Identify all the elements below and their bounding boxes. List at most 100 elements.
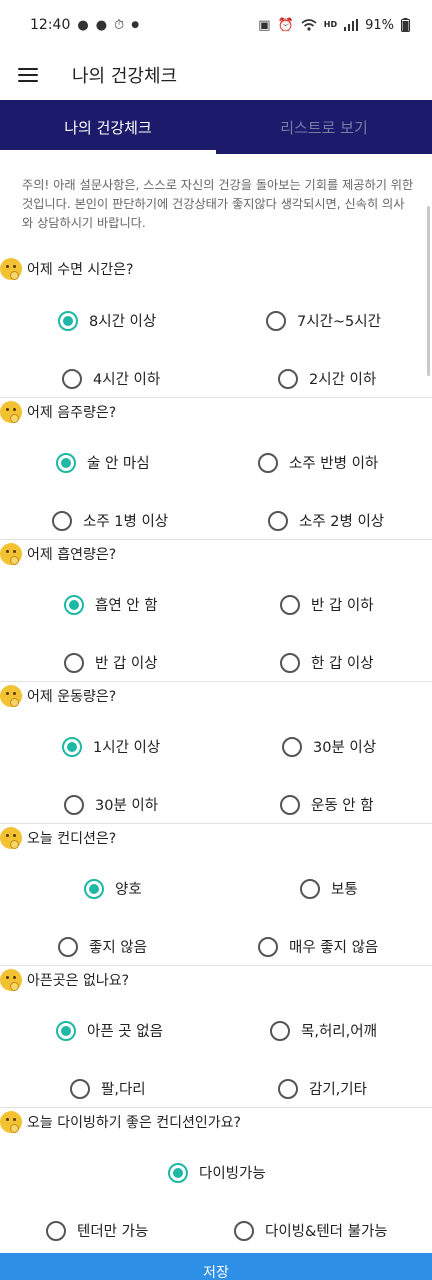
- radio-option[interactable]: 소주 반병 이하: [258, 452, 378, 473]
- tab-health-check[interactable]: 나의 건강체크: [0, 100, 216, 154]
- radio-checked-icon[interactable]: [56, 452, 76, 473]
- radio-unchecked-icon[interactable]: [278, 368, 298, 389]
- signal-icon: [344, 19, 359, 31]
- question-text: 어제 흡연량은?: [27, 547, 117, 563]
- status-bar: 12:40 ● ● ⏱ ● ▣ ⏰ HD 91%: [0, 0, 432, 50]
- question-header: 어제 수면 시간은?: [0, 255, 134, 283]
- question-text: 어제 수면 시간은?: [27, 262, 134, 278]
- radio-option-label: 8시간 이상: [89, 314, 157, 330]
- radio-unchecked-icon[interactable]: [280, 794, 300, 815]
- radio-checked-icon[interactable]: [58, 310, 78, 331]
- radio-option[interactable]: 소주 1병 이상: [52, 510, 168, 531]
- radio-option-label: 다이빙가능: [199, 1166, 266, 1182]
- radio-option-label: 술 안 마심: [87, 456, 150, 472]
- radio-unchecked-icon[interactable]: [268, 510, 288, 531]
- question-text: 오늘 다이빙하기 좋은 컨디션인가요?: [27, 1115, 241, 1131]
- radio-option[interactable]: 텐더만 가능: [46, 1220, 148, 1241]
- alarm-icon: ⏰: [277, 17, 294, 33]
- radio-option[interactable]: 7시간~5시간: [266, 310, 381, 331]
- radio-option[interactable]: 1시간 이상: [62, 736, 160, 757]
- thinking-face-icon: [0, 258, 22, 280]
- radio-option[interactable]: 한 갑 이상: [280, 652, 374, 673]
- radio-option[interactable]: 다이빙&텐더 불가능: [234, 1220, 388, 1241]
- radio-option-label: 텐더만 가능: [77, 1224, 149, 1240]
- radio-unchecked-icon[interactable]: [70, 1078, 90, 1099]
- radio-unchecked-icon[interactable]: [258, 936, 278, 957]
- timer-icon: ⏱: [114, 17, 125, 33]
- radio-option-label: 한 갑 이상: [311, 656, 374, 672]
- radio-unchecked-icon[interactable]: [52, 510, 72, 531]
- radio-option-label: 보통: [331, 882, 358, 898]
- radio-option-label: 감기,기타: [309, 1082, 367, 1098]
- question-header: 아픈곳은 없나요?: [0, 966, 129, 994]
- radio-option[interactable]: 술 안 마심: [56, 452, 150, 473]
- radio-option-label: 1시간 이상: [93, 740, 161, 756]
- wifi-icon: [301, 19, 317, 31]
- radio-option[interactable]: 아픈 곳 없음: [56, 1020, 163, 1041]
- radio-option[interactable]: 팔,다리: [70, 1078, 146, 1099]
- radio-option[interactable]: 소주 2병 이상: [268, 510, 384, 531]
- kakao-talk-icon: ●: [95, 17, 108, 33]
- thinking-face-icon: [0, 969, 22, 991]
- radio-option[interactable]: 다이빙가능: [168, 1162, 266, 1183]
- radio-checked-icon[interactable]: [56, 1020, 76, 1041]
- radio-option-label: 30분 이상: [313, 740, 377, 756]
- radio-checked-icon[interactable]: [64, 594, 84, 615]
- radio-option[interactable]: 좋지 않음: [58, 936, 147, 957]
- lock-icon: ▣: [258, 17, 271, 33]
- radio-option[interactable]: 목,허리,어깨: [270, 1020, 377, 1041]
- radio-option[interactable]: 매우 좋지 않음: [258, 936, 378, 957]
- radio-option[interactable]: 반 갑 이하: [280, 594, 374, 615]
- scrollbar[interactable]: [427, 206, 430, 376]
- radio-unchecked-icon[interactable]: [300, 878, 320, 899]
- radio-option[interactable]: 양호: [84, 878, 142, 899]
- radio-unchecked-icon[interactable]: [46, 1220, 66, 1241]
- save-button[interactable]: 저장: [0, 1253, 432, 1280]
- radio-option-label: 소주 1병 이상: [83, 514, 169, 530]
- radio-unchecked-icon[interactable]: [64, 652, 84, 673]
- page-title: 나의 건강체크: [72, 66, 178, 87]
- radio-option[interactable]: 반 갑 이상: [64, 652, 158, 673]
- radio-checked-icon[interactable]: [168, 1162, 188, 1183]
- question-header: 어제 운동량은?: [0, 682, 116, 710]
- radio-option-label: 운동 안 함: [311, 798, 374, 814]
- radio-option[interactable]: 30분 이상: [282, 736, 376, 757]
- radio-unchecked-icon[interactable]: [280, 594, 300, 615]
- radio-checked-icon[interactable]: [62, 736, 82, 757]
- radio-option[interactable]: 감기,기타: [278, 1078, 367, 1099]
- radio-checked-icon[interactable]: [84, 878, 104, 899]
- radio-option-label: 4시간 이하: [93, 372, 161, 388]
- radio-option[interactable]: 4시간 이하: [62, 368, 160, 389]
- radio-option-label: 반 갑 이하: [311, 598, 374, 614]
- tab-list-view[interactable]: 리스트로 보기: [216, 100, 432, 154]
- radio-option-label: 30분 이하: [95, 798, 159, 814]
- radio-option[interactable]: 운동 안 함: [280, 794, 374, 815]
- radio-option[interactable]: 8시간 이상: [58, 310, 156, 331]
- radio-option-label: 다이빙&텐더 불가능: [265, 1224, 388, 1240]
- radio-unchecked-icon[interactable]: [58, 936, 78, 957]
- radio-unchecked-icon[interactable]: [258, 452, 278, 473]
- radio-unchecked-icon[interactable]: [280, 652, 300, 673]
- battery-percent: 91%: [365, 17, 394, 33]
- hamburger-menu-icon[interactable]: [18, 68, 38, 82]
- radio-unchecked-icon[interactable]: [234, 1220, 254, 1241]
- tab-bar: 나의 건강체크 리스트로 보기: [0, 100, 432, 154]
- question-header: 오늘 컨디션은?: [0, 824, 116, 852]
- radio-unchecked-icon[interactable]: [64, 794, 84, 815]
- radio-option[interactable]: 보통: [300, 878, 358, 899]
- radio-option[interactable]: 흡연 안 함: [64, 594, 158, 615]
- radio-unchecked-icon[interactable]: [278, 1078, 298, 1099]
- thinking-face-icon: [0, 1111, 22, 1133]
- radio-option-label: 흡연 안 함: [95, 598, 158, 614]
- radio-option[interactable]: 2시간 이하: [278, 368, 376, 389]
- radio-option-label: 팔,다리: [101, 1082, 146, 1098]
- radio-option-label: 양호: [115, 882, 142, 898]
- radio-unchecked-icon[interactable]: [282, 736, 302, 757]
- question-header: 오늘 다이빙하기 좋은 컨디션인가요?: [0, 1108, 241, 1136]
- radio-unchecked-icon[interactable]: [62, 368, 82, 389]
- thinking-face-icon: [0, 827, 22, 849]
- radio-option[interactable]: 30분 이하: [64, 794, 158, 815]
- thinking-face-icon: [0, 685, 22, 707]
- radio-unchecked-icon[interactable]: [266, 310, 286, 331]
- radio-unchecked-icon[interactable]: [270, 1020, 290, 1041]
